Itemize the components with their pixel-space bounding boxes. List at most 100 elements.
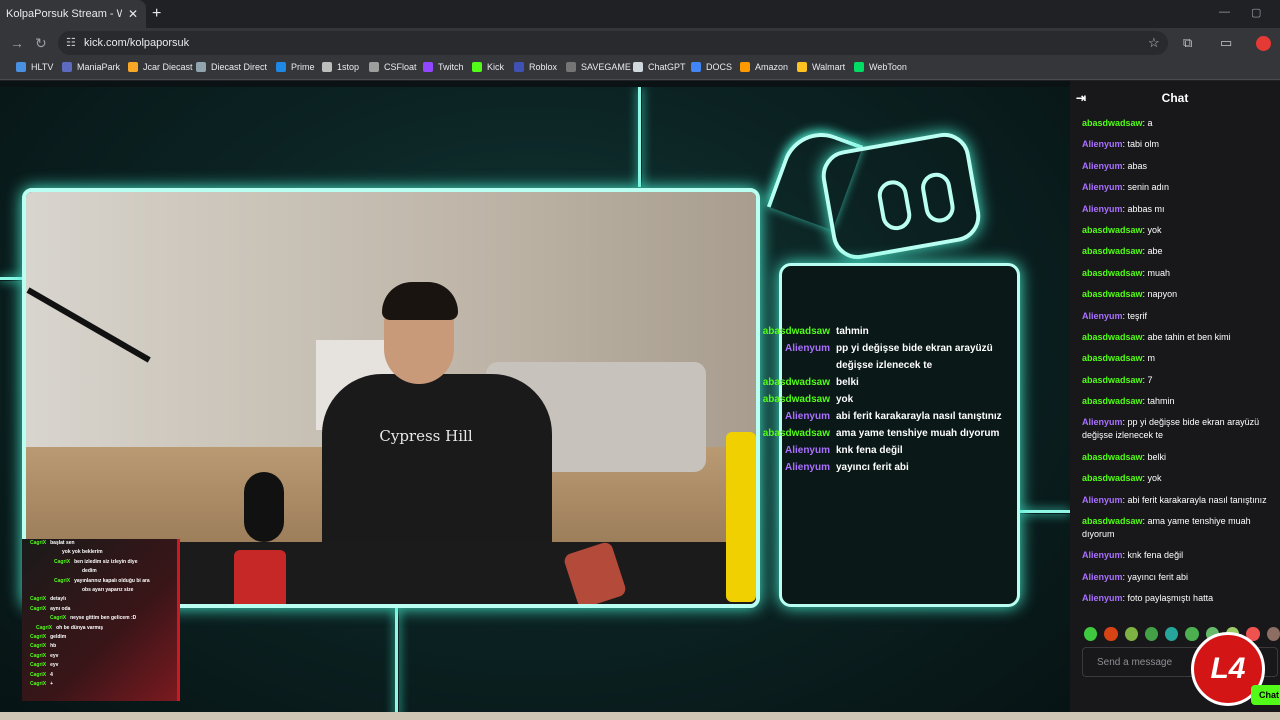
emote-icon[interactable]	[1165, 627, 1179, 641]
bookmark-icon	[854, 62, 864, 72]
extensions-icon[interactable]: ⧉	[1183, 35, 1192, 51]
bookmark-item[interactable]: WebToon	[854, 62, 907, 72]
chat-message: abasdwadsaw: ama yame tenshiye muah dıyo…	[1082, 515, 1280, 541]
bookmark-item[interactable]: Walmart	[797, 62, 845, 72]
new-tab-button[interactable]: +	[152, 5, 161, 23]
chat-username[interactable]: Alienyum	[1082, 417, 1123, 427]
chat-username[interactable]: Alienyum	[1082, 182, 1123, 192]
chat-text: yayıncı ferit abi	[1127, 571, 1189, 582]
emote-icon[interactable]	[1144, 627, 1159, 641]
collapse-chat-icon[interactable]: ⇥	[1076, 91, 1086, 105]
emote-icon[interactable]	[1104, 627, 1118, 641]
emote-icon[interactable]	[1266, 627, 1280, 641]
chat-title: Chat	[1161, 91, 1189, 105]
chat-text: abe tahin et ben kimi	[1147, 331, 1231, 342]
url-text: kick.com/kolpaporsuk	[84, 37, 190, 49]
chat-username[interactable]: abasdwadsaw	[1082, 375, 1143, 385]
bookmark-item[interactable]: HLTV	[16, 62, 53, 72]
overlay-chat-line: abasdwadsaw tahmin	[762, 323, 1022, 340]
chat-message: abasdwadsaw: muah	[1082, 267, 1280, 280]
chat-text: abbas mı	[1127, 203, 1165, 214]
chat-username[interactable]: abasdwadsaw	[1082, 246, 1143, 256]
chat-username[interactable]: Alienyum	[1082, 572, 1123, 582]
tab-title: KolpaPorsuk Stream - Watch Li	[6, 8, 122, 20]
close-tab-icon[interactable]: ✕	[128, 7, 138, 21]
chat-message: Alienyum: abbas mı	[1082, 203, 1280, 216]
overlay-chat-user: Alienyum	[784, 343, 830, 354]
chat-username[interactable]: abasdwadsaw	[1082, 452, 1143, 462]
overlay-chat-line: abasdwadsaw belki	[762, 374, 1022, 391]
mini-chat-line: CagriX neyse gittim ben gelicem :D	[22, 614, 177, 623]
emote-icon[interactable]	[1185, 627, 1199, 641]
mini-chat-message: detaylı	[50, 596, 66, 603]
address-bar[interactable]: ☷ kick.com/kolpaporsuk	[58, 31, 1168, 55]
mini-chat-line: CagriX yayınlarınız kapalı olduğu bi ara	[22, 577, 177, 586]
mini-chat-line: obs ayarı yaparız size	[22, 586, 177, 595]
bookmark-icon	[691, 62, 701, 72]
bookmark-star-icon[interactable]: ☆	[1148, 35, 1160, 51]
bookmark-item[interactable]: SAVEGAME	[566, 62, 631, 72]
bookmark-item[interactable]: Amazon	[740, 62, 788, 72]
chat-text: abe	[1147, 246, 1163, 257]
overlay-chat-user: Alienyum	[784, 411, 830, 422]
chat-username[interactable]: abasdwadsaw	[1082, 118, 1143, 128]
bookmark-icon	[276, 62, 286, 72]
bookmark-item[interactable]: Roblox	[514, 62, 557, 72]
bookmark-item[interactable]: CSFloat	[369, 62, 417, 72]
bookmark-item[interactable]: Prime	[276, 62, 315, 72]
browser-tab[interactable]: KolpaPorsuk Stream - Watch Li ✕	[0, 0, 146, 28]
chat-username[interactable]: abasdwadsaw	[1082, 289, 1143, 299]
chat-username[interactable]: Alienyum	[1082, 550, 1123, 560]
chat-text: foto paylaşmıştı hatta	[1127, 593, 1214, 604]
bookmark-item[interactable]: Kick	[472, 62, 504, 72]
chat-username[interactable]: abasdwadsaw	[1082, 268, 1143, 278]
chat-username[interactable]: Alienyum	[1082, 139, 1123, 149]
bookmark-item[interactable]: ManiaPark	[62, 62, 120, 72]
bookmark-item[interactable]: Twitch	[423, 62, 464, 72]
overlay-chat-user: abasdwadsaw	[762, 394, 830, 405]
chat-username[interactable]: abasdwadsaw	[1082, 473, 1143, 483]
bookmark-label: Kick	[487, 62, 505, 72]
bookmark-icon	[16, 62, 26, 72]
chat-text: muah	[1147, 267, 1171, 278]
guitar	[244, 472, 284, 542]
desktop-strip	[0, 712, 1280, 720]
maximize-icon[interactable]: ▢	[1251, 6, 1261, 19]
minimize-icon[interactable]: —	[1219, 6, 1230, 18]
profile-avatar-icon[interactable]	[1256, 36, 1271, 51]
bookmark-item[interactable]: 1stop	[322, 62, 359, 72]
bookmark-item[interactable]: Jcar Diecast	[128, 62, 193, 72]
shirt-print: Cypress Hill	[379, 427, 473, 445]
side-panel-icon[interactable]: ▭	[1220, 35, 1232, 51]
bookmark-label: HLTV	[31, 62, 54, 72]
yellow-bottle	[726, 432, 756, 602]
reload-icon[interactable]: ↻	[35, 35, 47, 52]
emote-icon[interactable]	[1084, 627, 1098, 641]
chat-username[interactable]: Alienyum	[1082, 495, 1123, 505]
chat-username[interactable]: Alienyum	[1082, 161, 1123, 171]
site-info-icon[interactable]: ☷	[66, 36, 76, 49]
send-chat-button[interactable]: Chat	[1251, 685, 1280, 705]
mini-chat-line: dedim	[22, 567, 177, 576]
chat-username[interactable]: Alienyum	[1082, 593, 1123, 603]
chat-username[interactable]: Alienyum	[1082, 204, 1123, 214]
chat-username[interactable]: abasdwadsaw	[1082, 332, 1143, 342]
video-player[interactable]: Cypress Hill abasdwadsaw tahmin Alienyum pp…	[0, 87, 1070, 720]
chat-text: napyon	[1147, 289, 1178, 300]
chat-username[interactable]: abasdwadsaw	[1082, 353, 1143, 363]
emote-icon[interactable]	[1124, 627, 1138, 641]
mini-chat-line: yok yok beklerim	[22, 548, 177, 557]
chat-username[interactable]: abasdwadsaw	[1082, 516, 1143, 526]
bookmark-item[interactable]: ChatGPT	[633, 62, 686, 72]
overlay-chat-message: tahmin	[836, 326, 869, 337]
bookmark-label: Jcar Diecast	[143, 62, 193, 72]
chat-username[interactable]: abasdwadsaw	[1082, 396, 1143, 406]
bookmark-icon	[514, 62, 524, 72]
bookmark-icon	[196, 62, 206, 72]
bookmark-item[interactable]: Diecast Direct	[196, 62, 267, 72]
forward-icon[interactable]: →	[10, 35, 24, 51]
bookmark-item[interactable]: DOCS	[691, 62, 732, 72]
chat-text: yok	[1147, 224, 1162, 235]
chat-username[interactable]: abasdwadsaw	[1082, 225, 1143, 235]
chat-username[interactable]: Alienyum	[1082, 311, 1123, 321]
